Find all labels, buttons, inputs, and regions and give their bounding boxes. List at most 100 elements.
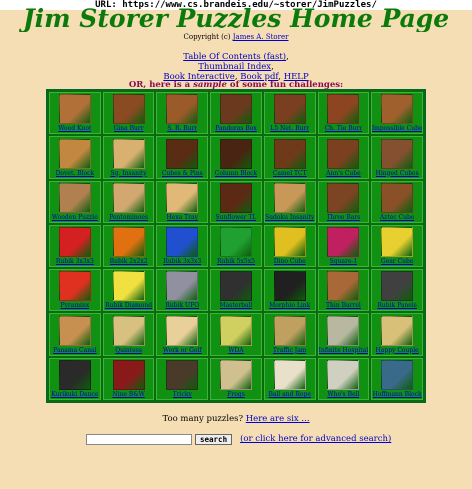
puzzle-cell[interactable]: Hexa Tray xyxy=(156,180,209,223)
puzzle-thumbnail[interactable] xyxy=(166,315,199,346)
puzzle-name-link[interactable]: Sunflower TL xyxy=(216,214,257,221)
puzzle-cell[interactable]: Frogs xyxy=(210,357,262,400)
puzzle-name-link[interactable]: Happy Couple xyxy=(376,347,419,354)
puzzle-cell[interactable]: Wood Knot xyxy=(49,92,101,135)
puzzle-cell[interactable]: Rubik Panels xyxy=(371,269,423,312)
puzzle-cell[interactable]: Panama Canal xyxy=(49,313,101,356)
puzzle-name-link[interactable]: Tricky xyxy=(173,391,192,398)
puzzle-cell[interactable]: Who's Bell xyxy=(317,357,370,400)
puzzle-cell[interactable]: Nine B&W xyxy=(102,357,155,400)
puzzle-name-link[interactable]: Wood Knot xyxy=(58,125,91,132)
puzzle-name-link[interactable]: WDA xyxy=(228,347,243,354)
puzzle-thumbnail[interactable] xyxy=(381,359,414,390)
puzzle-thumbnail[interactable] xyxy=(273,271,306,302)
puzzle-cell[interactable]: Sq. Insanity xyxy=(102,136,155,179)
puzzle-name-link[interactable]: Ball and Rope xyxy=(268,391,310,398)
puzzle-cell[interactable]: Thin Barrel xyxy=(317,269,370,312)
puzzle-cell[interactable]: Rubik 2x2x2 xyxy=(102,224,155,268)
puzzle-thumbnail[interactable] xyxy=(327,227,360,258)
puzzle-cell[interactable]: L5 Net. Burr xyxy=(263,92,316,135)
puzzle-cell[interactable]: Infinite Hospital xyxy=(317,313,370,356)
puzzle-name-link[interactable]: Rubik UFO xyxy=(165,302,199,309)
puzzle-thumbnail[interactable] xyxy=(327,315,360,346)
puzzle-name-link[interactable]: Sq. Insanity xyxy=(110,170,146,177)
puzzle-name-link[interactable]: Ann's Cube xyxy=(326,170,361,177)
puzzle-thumbnail[interactable] xyxy=(112,94,145,125)
puzzle-cell[interactable]: Rubik UFO xyxy=(156,269,209,312)
puzzle-name-link[interactable]: Impossible Cube xyxy=(372,125,422,132)
puzzle-thumbnail[interactable] xyxy=(112,227,145,258)
author-link[interactable]: James A. Storer xyxy=(233,33,289,41)
puzzle-thumbnail[interactable] xyxy=(381,94,414,125)
puzzle-name-link[interactable]: Frogs xyxy=(227,391,245,398)
puzzle-cell[interactable]: Sunflower TL xyxy=(210,180,262,223)
puzzle-cell[interactable]: Pentominoes xyxy=(102,180,155,223)
puzzle-thumbnail[interactable] xyxy=(273,359,306,390)
puzzle-cell[interactable]: Pyraminx xyxy=(49,269,101,312)
table-of-contents-link[interactable]: Table Of Contents (fast) xyxy=(183,52,286,62)
puzzle-cell[interactable]: Pandoras Box xyxy=(210,92,262,135)
thumbnail-index-link[interactable]: Thumbnail Index xyxy=(198,62,271,72)
puzzle-cell[interactable]: Sudoku Insanity xyxy=(263,180,316,223)
puzzle-thumbnail[interactable] xyxy=(58,359,91,390)
puzzle-thumbnail[interactable] xyxy=(219,182,252,213)
puzzle-name-link[interactable]: Rubik 3x3x3 xyxy=(163,258,201,265)
puzzle-thumbnail[interactable] xyxy=(58,227,91,258)
puzzle-name-link[interactable]: Rubik Panels xyxy=(377,302,416,309)
puzzle-name-link[interactable]: Panama Canal xyxy=(53,347,97,354)
puzzle-thumbnail[interactable] xyxy=(112,315,145,346)
puzzle-name-link[interactable]: Ch. Tie Burr xyxy=(325,125,363,132)
puzzle-cell[interactable]: Camel TCT xyxy=(263,136,316,179)
puzzle-name-link[interactable]: Pyraminx xyxy=(60,302,89,309)
puzzle-name-link[interactable]: Column Block xyxy=(215,170,257,177)
puzzle-cell[interactable]: Tricky xyxy=(156,357,209,400)
search-input[interactable] xyxy=(86,433,192,445)
puzzle-thumbnail[interactable] xyxy=(166,227,199,258)
puzzle-name-link[interactable]: Work or Golf xyxy=(163,347,202,354)
puzzle-thumbnail[interactable] xyxy=(219,227,252,258)
puzzle-thumbnail[interactable] xyxy=(219,271,252,302)
puzzle-cell[interactable]: Dovet. Block xyxy=(49,136,101,179)
puzzle-cell[interactable]: Three Bars xyxy=(317,180,370,223)
puzzle-name-link[interactable]: Traffic Jam xyxy=(273,347,307,354)
puzzle-cell[interactable]: Hoffmann Block xyxy=(371,357,423,400)
puzzle-name-link[interactable]: Three Bars xyxy=(327,214,361,221)
puzzle-thumbnail[interactable] xyxy=(273,94,306,125)
puzzle-thumbnail[interactable] xyxy=(381,182,414,213)
puzzle-name-link[interactable]: Dovet. Block xyxy=(56,170,95,177)
puzzle-name-link[interactable]: Who's Bell xyxy=(327,391,359,398)
puzzle-name-link[interactable]: Quintess xyxy=(115,347,142,354)
puzzle-cell[interactable]: Gina Burr xyxy=(102,92,155,135)
puzzle-thumbnail[interactable] xyxy=(381,138,414,169)
puzzle-name-link[interactable]: Gear Cube xyxy=(381,258,414,265)
advanced-search-link[interactable]: (or click here for advanced search) xyxy=(240,434,391,444)
puzzle-cell[interactable]: WDA xyxy=(210,313,262,356)
puzzle-cell[interactable]: Work or Golf xyxy=(156,313,209,356)
puzzle-cell[interactable]: Morphio Link xyxy=(263,269,316,312)
puzzle-cell[interactable]: Hinged Cubes xyxy=(371,136,423,179)
puzzle-thumbnail[interactable] xyxy=(166,359,199,390)
puzzle-cell[interactable]: Rubik 5x5x5 xyxy=(210,224,262,268)
puzzle-name-link[interactable]: Wooden Puzzle xyxy=(52,214,98,221)
puzzle-thumbnail[interactable] xyxy=(327,138,360,169)
puzzle-cell[interactable]: Kurikuki Dance xyxy=(49,357,101,400)
puzzle-thumbnail[interactable] xyxy=(58,138,91,169)
puzzle-thumbnail[interactable] xyxy=(219,94,252,125)
puzzle-name-link[interactable]: L5 Net. Burr xyxy=(270,125,309,132)
puzzle-thumbnail[interactable] xyxy=(273,138,306,169)
puzzle-thumbnail[interactable] xyxy=(381,227,414,258)
puzzle-cell[interactable]: Impossible Cube xyxy=(371,92,423,135)
puzzle-name-link[interactable]: Rubik 5x5x5 xyxy=(217,258,255,265)
puzzle-cell[interactable]: Cubes & Pins xyxy=(156,136,209,179)
puzzle-name-link[interactable]: Square-1 xyxy=(330,258,358,265)
puzzle-cell[interactable]: Rubik Diamond xyxy=(102,269,155,312)
puzzle-name-link[interactable]: Hoffmann Block xyxy=(373,391,422,398)
puzzle-thumbnail[interactable] xyxy=(327,271,360,302)
puzzle-thumbnail[interactable] xyxy=(327,94,360,125)
puzzle-cell[interactable]: Dino Cube xyxy=(263,224,316,268)
puzzle-cell[interactable]: Ball and Rope xyxy=(263,357,316,400)
puzzle-cell[interactable]: Ann's Cube xyxy=(317,136,370,179)
puzzle-thumbnail[interactable] xyxy=(166,138,199,169)
puzzle-name-link[interactable]: Rubik 3x3x3 xyxy=(56,258,94,265)
puzzle-thumbnail[interactable] xyxy=(58,182,91,213)
